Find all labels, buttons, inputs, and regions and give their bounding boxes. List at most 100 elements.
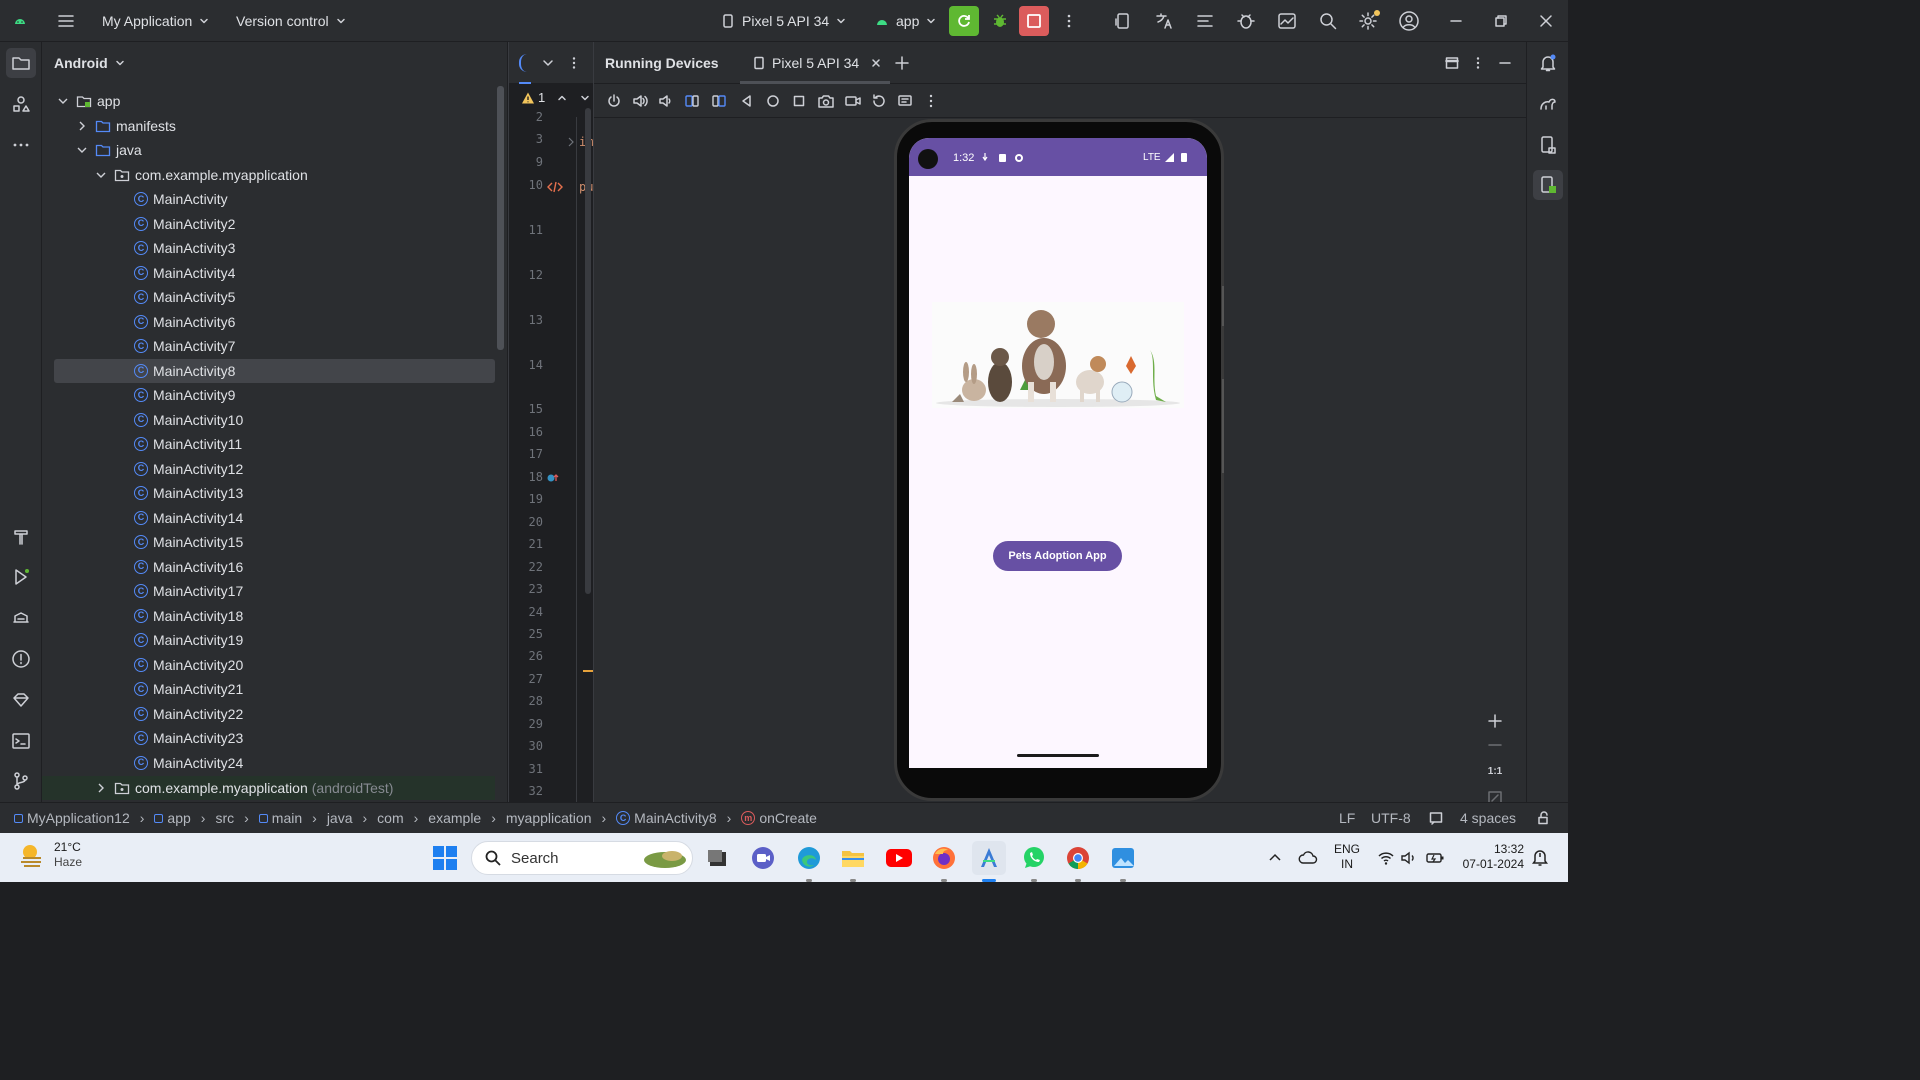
whatsapp-app[interactable] [1017,841,1051,882]
line-number[interactable]: 28 [517,694,543,708]
language-indicator[interactable]: ENG IN [1334,842,1360,872]
line-number[interactable]: 26 [517,649,543,663]
volume-up-icon[interactable] [632,93,648,109]
breadcrumb-item[interactable]: m onCreate [741,810,817,826]
tree-node-app[interactable]: app [42,89,495,113]
add-device-icon[interactable] [894,55,910,71]
device-tab[interactable]: Pixel 5 API 34 [740,42,890,84]
tree-node-class[interactable]: C MainActivity [42,187,495,211]
tree-node-package[interactable]: com.example.myapplication [42,163,495,187]
device-manager-button[interactable] [1108,6,1138,36]
breadcrumb-item[interactable]: app [154,810,191,826]
rotate-left-icon[interactable] [684,93,700,109]
line-number[interactable]: 14 [517,358,543,372]
breadcrumb-item[interactable]: src [215,810,234,826]
fold-chevron-icon[interactable] [567,137,575,147]
cloud-sync-icon[interactable] [1298,848,1318,868]
overview-icon[interactable] [791,93,807,109]
tree-node-class[interactable]: C MainActivity16 [42,555,495,579]
line-number[interactable]: 13 [517,313,543,327]
run-tool-button[interactable] [6,562,36,592]
line-number[interactable]: 3 [517,132,543,146]
tree-node-class[interactable]: C MainActivity15 [42,530,495,554]
run-config-selector[interactable]: app [874,0,937,42]
terminal-tool-button[interactable] [6,726,36,756]
task-view-button[interactable] [700,841,734,875]
chrome-app[interactable] [1061,841,1095,882]
breadcrumb-item[interactable]: C MainActivity8 [616,810,717,826]
tree-node-class[interactable]: C MainActivity2 [42,212,495,236]
phone-side-button[interactable] [1222,286,1224,326]
zoom-actual-size[interactable]: 1:1 [1488,766,1502,777]
device-file-explorer-button[interactable] [1533,130,1563,160]
line-number[interactable]: 23 [517,582,543,596]
project-tool-button[interactable] [6,48,36,78]
phone-screen[interactable]: 1:32 LTE Pets Adoption App [909,138,1207,768]
line-number[interactable]: 31 [517,762,543,776]
start-button[interactable] [428,841,462,875]
hide-panel-icon[interactable] [1498,56,1512,70]
tree-node-class[interactable]: C MainActivity13 [42,481,495,505]
apply-changes-button[interactable] [949,6,979,36]
line-number[interactable]: 2 [517,110,543,124]
breadcrumb-item[interactable]: myapplication [506,810,592,826]
main-menu-icon[interactable] [56,0,76,42]
line-number[interactable]: 22 [517,560,543,574]
gemini-tool-button[interactable] [6,685,36,715]
project-view-selector[interactable]: Android [42,42,507,84]
more-vertical-icon[interactable] [1471,56,1485,70]
line-number[interactable]: 11 [517,223,543,237]
restore-window-button[interactable] [1486,6,1516,36]
phone-volume-button[interactable] [1222,379,1224,473]
debug-button[interactable] [985,6,1015,36]
project-scrollbar[interactable] [497,86,504,350]
line-number[interactable]: 27 [517,672,543,686]
rotate-right-icon[interactable] [711,93,727,109]
close-window-button[interactable] [1531,6,1561,36]
gradle-button[interactable] [1533,89,1563,119]
line-number[interactable]: 17 [517,447,543,461]
line-number[interactable]: 21 [517,537,543,551]
inspection-widget[interactable]: 1 [521,90,591,105]
app-inspection-button[interactable] [1231,6,1261,36]
tree-node-class[interactable]: C MainActivity19 [42,628,495,652]
tree-node-test-package[interactable]: com.example.myapplication (androidTest) [42,776,495,800]
tree-node-class[interactable]: C MainActivity23 [42,726,495,750]
file-explorer-app[interactable] [836,841,870,882]
vcs-menu[interactable]: Version control [236,0,347,42]
line-number[interactable]: 32 [517,784,543,798]
wifi-icon[interactable] [1377,849,1395,867]
line-number[interactable]: 10 [517,178,543,192]
window-layout-icon[interactable] [1445,56,1459,70]
xml-tag-icon[interactable] [547,181,563,193]
chevron-up-icon[interactable] [1268,851,1282,865]
line-number[interactable]: 20 [517,515,543,529]
logcat-button[interactable] [1190,6,1220,36]
chevron-down-icon[interactable] [541,56,555,70]
gesture-nav-bar[interactable] [1017,754,1099,757]
problems-tool-button[interactable] [6,644,36,674]
tree-node-class[interactable]: C MainActivity20 [42,653,495,677]
snapshot-icon[interactable] [897,93,915,109]
line-number[interactable]: 24 [517,605,543,619]
volume-icon[interactable] [1400,849,1418,867]
power-icon[interactable] [606,93,622,109]
tree-node-class[interactable]: C MainActivity10 [42,408,495,432]
zoom-in-icon[interactable] [1486,712,1504,730]
line-number[interactable]: 9 [517,155,543,169]
resource-manager-button[interactable] [6,89,36,119]
edge-app[interactable] [792,841,826,882]
tree-node-class[interactable]: C MainActivity21 [42,677,495,701]
line-number[interactable]: 16 [517,425,543,439]
tree-node-manifests[interactable]: manifests [42,114,495,138]
more-vertical-icon[interactable] [926,93,936,109]
line-number[interactable]: 15 [517,402,543,416]
tree-node-class[interactable]: C MainActivity18 [42,604,495,628]
chevron-down-icon[interactable] [579,92,591,104]
pets-adoption-button[interactable]: Pets Adoption App [993,541,1122,571]
unlock-icon[interactable] [1537,811,1551,825]
minimize-window-button[interactable] [1441,6,1471,36]
zoom-out-icon[interactable] [1486,736,1504,754]
tree-node-class[interactable]: C MainActivity12 [42,457,495,481]
editor-scrollbar[interactable] [585,108,591,594]
